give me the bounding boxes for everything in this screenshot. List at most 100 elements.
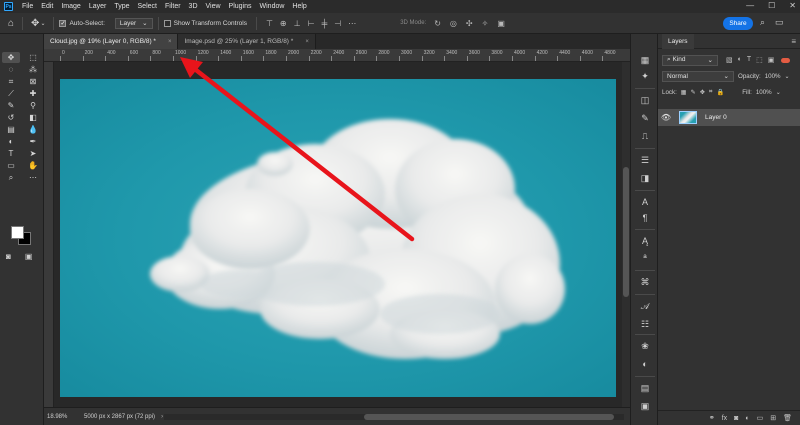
rectangle-tool-icon[interactable]: ▭ (2, 160, 20, 171)
crop-tool-icon[interactable]: ⌗ (2, 76, 20, 87)
photoshop-logo-icon[interactable]: Ps (4, 2, 13, 11)
clone-stamp-tool-icon[interactable]: ⚲ (24, 100, 42, 111)
zoom-tool-icon[interactable]: ⌕ (2, 172, 20, 183)
move-tool-icon[interactable]: ✥ (2, 52, 20, 63)
menu-3d[interactable]: 3D (185, 3, 202, 10)
screen-mode-icon[interactable]: ▣ (25, 252, 33, 261)
layer-filter-dropdown[interactable]: ⌕ Kind ⌄ (662, 54, 718, 66)
share-button[interactable]: Share (723, 17, 753, 30)
path-select-tool-icon[interactable]: ➤ (24, 148, 42, 159)
3d-scale-icon[interactable]: ▣ (497, 19, 505, 28)
maximize-icon[interactable]: ☐ (768, 1, 775, 10)
align-right-icon[interactable]: ⊣ (334, 19, 341, 28)
shape-filter-icon[interactable]: ⬚ (756, 56, 763, 64)
3d-slide-icon[interactable]: ✧ (482, 19, 489, 28)
menu-filter[interactable]: Filter (161, 3, 185, 10)
blur-tool-icon[interactable]: 💧 (24, 124, 42, 135)
chevron-down-icon[interactable]: ⌄ (776, 89, 781, 96)
menu-layer[interactable]: Layer (85, 3, 111, 10)
horizontal-scrollbar[interactable] (164, 414, 624, 420)
new-layer-icon[interactable]: ⊞ (770, 414, 776, 422)
filter-toggle[interactable] (781, 57, 791, 63)
workspace-icon[interactable]: ▭ (775, 17, 784, 28)
align-middle-icon[interactable]: ⊕ (280, 19, 287, 28)
gradient-tool-icon[interactable]: ▤ (2, 124, 20, 135)
layer-row[interactable]: 👁 Layer 0 (658, 109, 800, 126)
smart-object-filter-icon[interactable]: ▣ (768, 56, 775, 64)
paragraph-panel-icon[interactable]: ¶ (638, 212, 652, 224)
menu-select[interactable]: Select (134, 3, 161, 10)
lock-pixels-icon[interactable]: ▦ (681, 89, 687, 96)
menu-file[interactable]: File (18, 3, 37, 10)
align-bottom-icon[interactable]: ⊥ (294, 19, 301, 28)
lock-artboard-icon[interactable]: ⌗ (709, 88, 712, 96)
vertical-scrollbar-thumb[interactable] (623, 167, 629, 297)
tab-image-psd[interactable]: Image.psd @ 25% (Layer 1, RGB/8) * × (178, 34, 316, 49)
frame-tool-icon[interactable]: ⊠ (24, 76, 42, 87)
auto-select-target-dropdown[interactable]: Layer ⌄ (114, 17, 153, 29)
menu-edit[interactable]: Edit (37, 3, 57, 10)
add-mask-icon[interactable]: ◙ (734, 415, 738, 422)
auto-select-checkbox[interactable]: ✓ (59, 19, 67, 27)
clone-source-icon[interactable]: ⎍ (638, 130, 652, 142)
info-panel-icon[interactable]: ☷ (638, 318, 652, 330)
align-left-icon[interactable]: ⊢ (308, 19, 315, 28)
glyphs-panel-icon[interactable]: Ą (638, 235, 652, 247)
styles-panel-icon[interactable]: ◨ (638, 172, 652, 184)
libraries-panel-icon[interactable]: ❀ (638, 340, 652, 352)
menu-help[interactable]: Help (288, 3, 310, 10)
color-panel-icon[interactable]: ◫ (638, 94, 652, 106)
swatches-panel-icon[interactable]: ◐ (638, 358, 652, 370)
tab-cloud-jpg[interactable]: Cloud.jpg @ 19% (Layer 0, RGB/8) * × (44, 34, 179, 49)
adjustment-layer-icon[interactable]: ◐ (745, 415, 749, 422)
close-icon[interactable]: ✕ (789, 1, 796, 10)
object-select-tool-icon[interactable]: ⁂ (24, 64, 42, 75)
menu-window[interactable]: Window (256, 3, 289, 10)
transform-controls-checkbox[interactable] (163, 19, 171, 27)
menu-image[interactable]: Image (57, 3, 84, 10)
menu-plugins[interactable]: Plugins (225, 3, 256, 10)
chevron-right-icon[interactable]: › (161, 414, 163, 420)
properties-panel-icon[interactable]: ✦ (638, 70, 652, 82)
dodge-tool-icon[interactable]: ◐ (2, 136, 20, 147)
character-panel-icon[interactable]: A (638, 196, 652, 208)
brush-tool-icon[interactable]: ✎ (2, 100, 20, 111)
3d-roll-icon[interactable]: ◎ (450, 19, 457, 28)
zoom-level[interactable]: 18.98% (44, 414, 72, 420)
brush-settings-icon[interactable]: ✎ (638, 112, 652, 124)
visibility-eye-icon[interactable]: 👁 (658, 113, 674, 122)
image-canvas[interactable] (60, 79, 616, 397)
quick-mask-icon[interactable]: ◙ (6, 252, 11, 261)
adjustment-filter-icon[interactable]: ◐ (738, 56, 742, 64)
menu-type[interactable]: Type (110, 3, 133, 10)
type-filter-icon[interactable]: T (747, 56, 751, 64)
search-icon[interactable]: ⌕ (760, 17, 765, 28)
close-tab-icon[interactable]: × (168, 39, 172, 45)
horizontal-scrollbar-thumb[interactable] (364, 414, 614, 420)
type-tool-icon[interactable]: T (2, 148, 20, 159)
3d-drag-icon[interactable]: ✣ (466, 19, 473, 28)
move-tool-icon[interactable]: ✥ (31, 18, 39, 29)
align-top-icon[interactable]: ⊤ (266, 19, 273, 28)
healing-brush-tool-icon[interactable]: ✚ (24, 88, 42, 99)
delete-layer-icon[interactable]: 🗑 (783, 414, 792, 422)
adjustments-panel-icon[interactable]: ☰ (638, 154, 652, 166)
fill-value[interactable]: 100% (756, 89, 772, 96)
pixel-filter-icon[interactable]: ▧ (726, 56, 733, 64)
opacity-value[interactable]: 100% (765, 73, 781, 80)
new-group-icon[interactable]: ▭ (757, 414, 764, 422)
paths-panel-icon[interactable]: ⌘ (638, 276, 652, 288)
minimize-icon[interactable]: — (746, 1, 754, 10)
lasso-tool-icon[interactable]: ◌ (2, 64, 20, 75)
marquee-tool-icon[interactable]: ⬚ (24, 52, 42, 63)
more-tools-icon[interactable]: ⋯ (24, 172, 42, 183)
actions-panel-icon[interactable]: 𝒜 (638, 300, 652, 312)
lock-paint-icon[interactable]: ✎ (691, 89, 696, 96)
pen-tool-icon[interactable]: ✒ (24, 136, 42, 147)
eyedropper-tool-icon[interactable]: ⟋ (2, 88, 20, 99)
link-layers-icon[interactable]: ⚭ (709, 414, 715, 422)
distribute-icon[interactable]: ⋯ (348, 19, 356, 28)
canvas-area[interactable] (54, 62, 622, 407)
panel-menu-icon[interactable]: ≡ (791, 37, 796, 46)
lock-position-icon[interactable]: ✥ (700, 89, 705, 96)
